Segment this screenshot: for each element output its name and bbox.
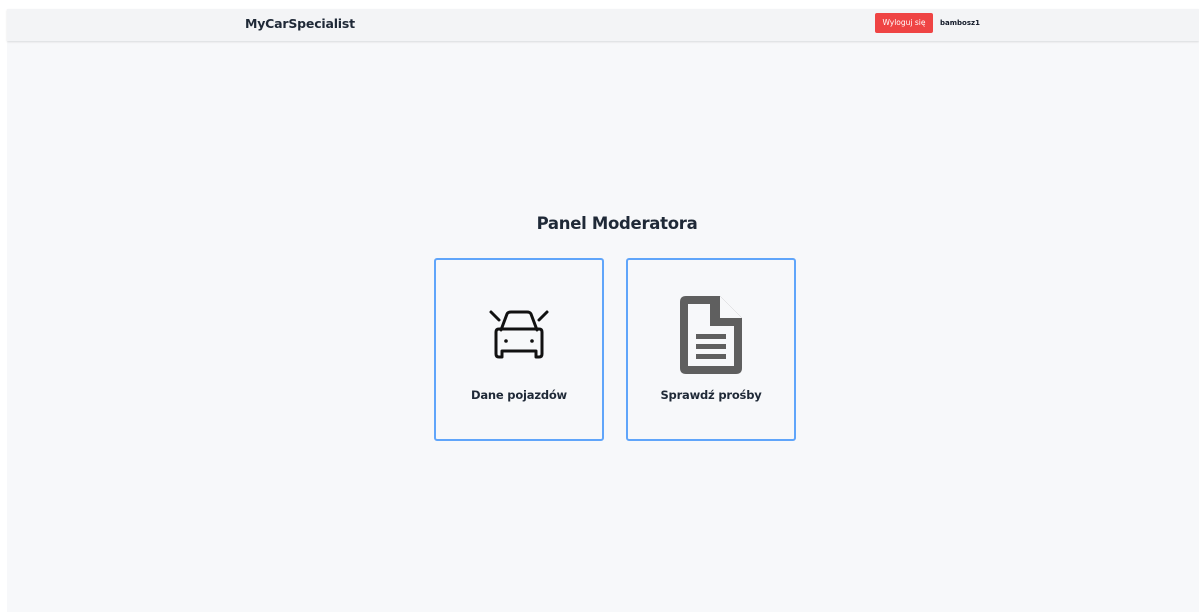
vehicle-data-card-label: Dane pojazdów [471, 388, 567, 402]
document-icon [628, 296, 794, 374]
vehicle-data-card[interactable]: Dane pojazdów [434, 258, 604, 441]
check-requests-card[interactable]: Sprawdź prośby [626, 258, 796, 441]
app-frame: MyCarSpecialist Wyloguj się bambosz1 Pan… [7, 9, 1199, 612]
top-navbar: MyCarSpecialist Wyloguj się bambosz1 [7, 9, 1199, 41]
car-icon [436, 308, 602, 364]
page-title: Panel Moderatora [536, 214, 698, 233]
brand-logo-text[interactable]: MyCarSpecialist [245, 16, 355, 31]
logout-button[interactable]: Wyloguj się [875, 13, 933, 33]
username-label: bambosz1 [940, 19, 980, 27]
check-requests-card-label: Sprawdź prośby [660, 388, 762, 402]
